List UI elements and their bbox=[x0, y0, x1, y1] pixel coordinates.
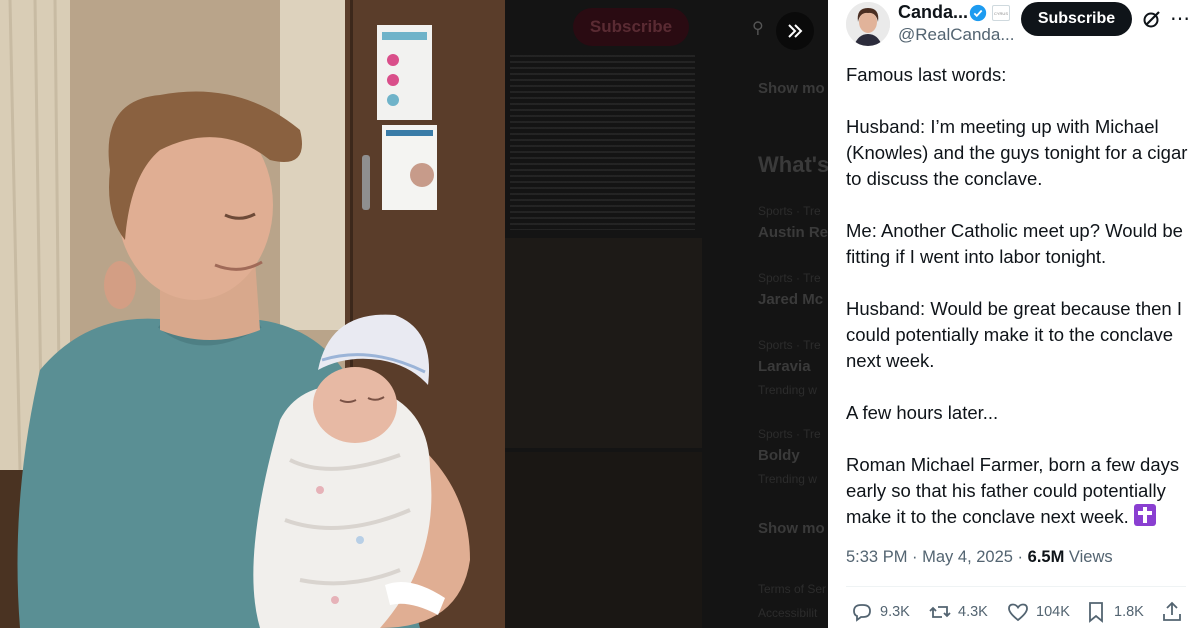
expand-panel-button[interactable] bbox=[776, 12, 814, 50]
background-trend-title: Austin Re bbox=[758, 224, 828, 241]
background-show-more: Show mo bbox=[758, 80, 825, 97]
tweet-meta: 5:33 PM · May 4, 2025 · 6.5M Views bbox=[846, 548, 1113, 567]
repost-icon bbox=[929, 606, 951, 618]
avatar-image bbox=[846, 2, 890, 46]
heart-icon bbox=[1008, 603, 1028, 622]
author-handle[interactable]: @RealCanda... bbox=[898, 25, 1015, 45]
background-trend-context: Sports · Tre bbox=[758, 427, 821, 441]
tweet-paragraph: Husband: I’m meeting up with Michael (Kn… bbox=[846, 116, 1188, 189]
bookmark-button[interactable]: 1.8K bbox=[1084, 600, 1144, 624]
background-show-more: Show mo bbox=[758, 520, 825, 537]
repost-button[interactable]: 4.3K bbox=[928, 600, 988, 624]
tweet-date[interactable]: May 4, 2025 bbox=[922, 548, 1013, 566]
verified-badge-icon bbox=[969, 4, 987, 22]
background-search-icon: ⚲ bbox=[752, 20, 764, 37]
background-trend-sub: Trending w bbox=[758, 383, 817, 397]
photo-illustration bbox=[0, 0, 505, 628]
tweet-paragraph-last: Roman Michael Farmer, born a few days ea… bbox=[846, 452, 1192, 530]
background-trend-title: Laravia bbox=[758, 358, 811, 375]
share-icon bbox=[1163, 601, 1181, 621]
tweet-paragraph: A few hours later... bbox=[846, 402, 999, 423]
author-avatar[interactable] bbox=[846, 2, 890, 46]
like-button[interactable]: 104K bbox=[1006, 600, 1070, 624]
media-viewer: Subscribe ⚲ Show mo What's Sports · Tre … bbox=[0, 0, 828, 628]
background-trend-context: Sports · Tre bbox=[758, 338, 821, 352]
tweet-paragraph: Roman Michael Farmer, born a few days ea… bbox=[846, 454, 1180, 527]
grok-icon[interactable] bbox=[1142, 9, 1162, 29]
background-trend-context: Sports · Tre bbox=[758, 271, 821, 285]
background-photo-1 bbox=[505, 238, 702, 448]
subscribe-button[interactable]: Subscribe bbox=[1021, 2, 1132, 36]
affiliate-badge[interactable]: CYRUS bbox=[992, 5, 1010, 21]
background-subscribe-button: Subscribe bbox=[573, 8, 689, 46]
bookmark-icon bbox=[1089, 602, 1103, 623]
tweet-time[interactable]: 5:33 PM bbox=[846, 548, 907, 566]
share-button[interactable] bbox=[1160, 600, 1184, 624]
views-count: 6.5M bbox=[1027, 548, 1065, 566]
background-trend-context: Sports · Tre bbox=[758, 204, 821, 218]
tweet-paragraph: Me: Another Catholic meet up? Would be f… bbox=[846, 220, 1183, 267]
expand-icon bbox=[788, 24, 803, 38]
more-options-icon[interactable]: ⋯ bbox=[1170, 6, 1190, 31]
action-bar: 9.3K 4.3K 104K 1.8K bbox=[846, 598, 1186, 628]
divider bbox=[846, 586, 1186, 587]
reply-icon bbox=[853, 604, 871, 622]
tweet-photo[interactable] bbox=[0, 0, 505, 628]
background-trend-sub: Trending w bbox=[758, 472, 817, 486]
background-trend-title: Jared Mc bbox=[758, 291, 824, 308]
background-footer-link: Terms of Ser bbox=[758, 582, 827, 596]
views-label: Views bbox=[1068, 548, 1113, 566]
background-photo-2 bbox=[505, 452, 702, 628]
bookmark-count: 1.8K bbox=[1114, 604, 1144, 620]
tweet-text: Famous last words: Husband: I’m meeting … bbox=[846, 62, 1192, 556]
meta-separator: · bbox=[912, 548, 918, 566]
background-trend-title: Boldy bbox=[758, 447, 800, 464]
reply-button[interactable]: 9.3K bbox=[850, 600, 910, 624]
background-footer-link: Accessibilit bbox=[758, 606, 818, 620]
author-name[interactable]: Canda... bbox=[898, 2, 968, 23]
meta-separator: · bbox=[1017, 548, 1024, 566]
tweet-paragraph: Husband: Would be great because then I c… bbox=[846, 298, 1182, 371]
background-article-text bbox=[510, 55, 695, 230]
latin-cross-emoji-icon bbox=[1133, 504, 1156, 526]
like-count: 104K bbox=[1036, 604, 1070, 620]
reply-count: 9.3K bbox=[880, 604, 910, 620]
background-whats-happening: What's bbox=[758, 152, 828, 177]
tweet-paragraph: Famous last words: bbox=[846, 64, 1007, 85]
repost-count: 4.3K bbox=[958, 604, 988, 620]
